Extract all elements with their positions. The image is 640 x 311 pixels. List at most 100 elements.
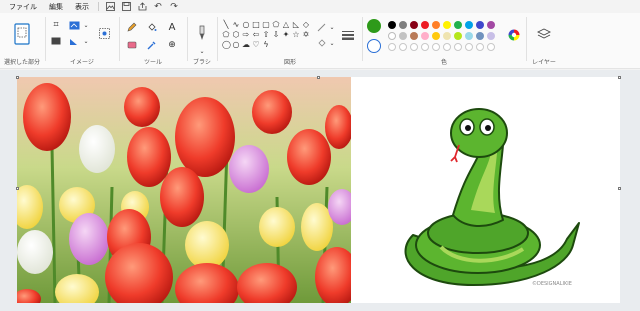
brushes-group-label: ブラシ bbox=[193, 59, 211, 66]
menu-edit[interactable]: 編集 bbox=[46, 1, 66, 13]
four-point-star-shape-icon[interactable]: ✦ bbox=[282, 31, 290, 39]
color-swatch[interactable] bbox=[465, 32, 473, 40]
crop-icon[interactable]: ⌗ bbox=[50, 19, 62, 31]
rounded-callout-shape-icon[interactable]: ◯ bbox=[222, 41, 231, 49]
resize-dropdown-icon[interactable]: ⌄ bbox=[80, 19, 92, 31]
resize-icon[interactable] bbox=[68, 19, 80, 31]
color-swatch[interactable] bbox=[443, 32, 451, 40]
color-swatch[interactable] bbox=[487, 32, 495, 40]
undo-icon[interactable]: ↶ bbox=[153, 2, 163, 12]
oval-callout-shape-icon[interactable]: ○ bbox=[232, 41, 240, 49]
custom-color-slot[interactable] bbox=[476, 43, 484, 51]
redo-icon[interactable]: ↷ bbox=[169, 2, 179, 12]
color-swatch[interactable] bbox=[399, 32, 407, 40]
tulip-photo bbox=[17, 77, 351, 303]
ribbon: 選択した部分 ⌗ ⌄ ⌄ イメージ A ⊕ ツール ⌄ ブラシ ╲ ∿ ○ □ … bbox=[0, 13, 640, 69]
color-swatch[interactable] bbox=[388, 21, 396, 29]
color-swatch[interactable] bbox=[421, 32, 429, 40]
menu-bar: ファイル 編集 表示 ↶ ↷ bbox=[0, 0, 640, 13]
magnifier-icon[interactable]: ⊕ bbox=[166, 39, 178, 51]
menu-file[interactable]: ファイル bbox=[6, 1, 40, 13]
image-icon[interactable] bbox=[105, 2, 115, 12]
diamond-shape-icon[interactable]: ◇ bbox=[302, 21, 310, 29]
save-icon[interactable] bbox=[121, 2, 131, 12]
fill-icon[interactable] bbox=[146, 21, 158, 33]
primary-color-swatch[interactable] bbox=[367, 19, 381, 33]
share-icon[interactable] bbox=[137, 2, 147, 12]
ribbon-separator bbox=[187, 17, 188, 61]
six-point-star-shape-icon[interactable]: ✡ bbox=[302, 31, 310, 39]
resize-handle[interactable] bbox=[618, 76, 621, 79]
color-swatch[interactable] bbox=[454, 21, 462, 29]
oval-shape-icon[interactable]: ○ bbox=[242, 21, 250, 29]
heart-shape-icon[interactable]: ♡ bbox=[252, 41, 260, 49]
tools-group: A ⊕ ツール bbox=[122, 15, 184, 67]
color-swatch[interactable] bbox=[432, 32, 440, 40]
layers-group-label: レイヤー bbox=[532, 59, 556, 66]
color-picker-icon[interactable] bbox=[146, 39, 158, 51]
resize-handle[interactable] bbox=[16, 187, 19, 190]
pentagon-shape-icon[interactable]: ⬠ bbox=[222, 31, 230, 39]
outline-dropdown-icon[interactable]: ⌄ bbox=[326, 21, 338, 33]
resize-handle[interactable] bbox=[16, 76, 19, 79]
custom-color-slot[interactable] bbox=[432, 43, 440, 51]
line-shape-icon[interactable]: ╲ bbox=[222, 21, 230, 29]
color-swatch[interactable] bbox=[443, 21, 451, 29]
color-swatch[interactable] bbox=[476, 21, 484, 29]
polygon-shape-icon[interactable]: ⬠ bbox=[272, 21, 280, 29]
brush-dropdown-icon[interactable]: ⌄ bbox=[196, 45, 208, 57]
layers-icon[interactable] bbox=[534, 21, 554, 47]
five-point-star-shape-icon[interactable]: ☆ bbox=[292, 31, 300, 39]
shapes-group: ╲ ∿ ○ □ ▢ ⬠ △ ◺ ◇ ⬠ ⬡ ⇨ ⇦ ⇧ ⇩ ✦ ☆ ✡ ◯ ○ bbox=[220, 15, 360, 67]
lightning-shape-icon[interactable]: ϟ bbox=[262, 41, 270, 49]
color-swatch[interactable] bbox=[432, 21, 440, 29]
shapes-group-label: 図形 bbox=[283, 59, 296, 66]
size-icon[interactable] bbox=[342, 29, 354, 41]
right-arrow-shape-icon[interactable]: ⇨ bbox=[242, 31, 250, 39]
selection-tool-button[interactable] bbox=[12, 21, 32, 47]
select-all-icon[interactable] bbox=[50, 35, 62, 47]
color-swatch[interactable] bbox=[410, 21, 418, 29]
custom-color-slot[interactable] bbox=[487, 43, 495, 51]
custom-color-slot[interactable] bbox=[454, 43, 462, 51]
rectangle-shape-icon[interactable]: □ bbox=[252, 21, 260, 29]
cloud-callout-shape-icon[interactable]: ☁ bbox=[242, 41, 250, 49]
rotate-icon[interactable] bbox=[68, 35, 80, 47]
color-swatch[interactable] bbox=[465, 21, 473, 29]
left-arrow-shape-icon[interactable]: ⇦ bbox=[252, 31, 260, 39]
custom-color-slot[interactable] bbox=[443, 43, 451, 51]
rounded-rectangle-shape-icon[interactable]: ▢ bbox=[262, 21, 270, 29]
resize-handle[interactable] bbox=[618, 187, 621, 190]
color-swatch[interactable] bbox=[388, 32, 396, 40]
hexagon-shape-icon[interactable]: ⬡ bbox=[232, 31, 240, 39]
custom-color-slot[interactable] bbox=[388, 43, 396, 51]
snake-illustration bbox=[404, 108, 580, 286]
color-swatch[interactable] bbox=[454, 32, 462, 40]
color-swatch[interactable] bbox=[410, 32, 418, 40]
rotate-dropdown-icon[interactable]: ⌄ bbox=[80, 35, 92, 47]
triangle-shape-icon[interactable]: △ bbox=[282, 21, 290, 29]
secondary-color-swatch[interactable] bbox=[367, 39, 381, 53]
right-triangle-shape-icon[interactable]: ◺ bbox=[292, 21, 300, 29]
color-swatch[interactable] bbox=[421, 21, 429, 29]
custom-color-slot[interactable] bbox=[399, 43, 407, 51]
image-generator-icon[interactable] bbox=[98, 27, 110, 39]
custom-color-slot[interactable] bbox=[410, 43, 418, 51]
curve-shape-icon[interactable]: ∿ bbox=[232, 21, 240, 29]
menu-view[interactable]: 表示 bbox=[72, 1, 92, 13]
resize-handle[interactable] bbox=[317, 76, 320, 79]
text-icon[interactable]: A bbox=[166, 21, 178, 33]
brush-icon[interactable] bbox=[192, 21, 212, 47]
color-swatch[interactable] bbox=[476, 32, 484, 40]
fill-style-dropdown-icon[interactable]: ⌄ bbox=[326, 37, 338, 49]
down-arrow-shape-icon[interactable]: ⇩ bbox=[272, 31, 280, 39]
custom-color-slot[interactable] bbox=[465, 43, 473, 51]
color-swatch[interactable] bbox=[399, 21, 407, 29]
pencil-icon[interactable] bbox=[126, 21, 138, 33]
up-arrow-shape-icon[interactable]: ⇧ bbox=[262, 31, 270, 39]
custom-color-slot[interactable] bbox=[421, 43, 429, 51]
eraser-icon[interactable] bbox=[126, 39, 138, 51]
color-swatch[interactable] bbox=[487, 21, 495, 29]
drawing-canvas[interactable]: ©DESIGNALIKIE bbox=[17, 77, 620, 303]
edit-colors-icon[interactable] bbox=[508, 29, 520, 41]
